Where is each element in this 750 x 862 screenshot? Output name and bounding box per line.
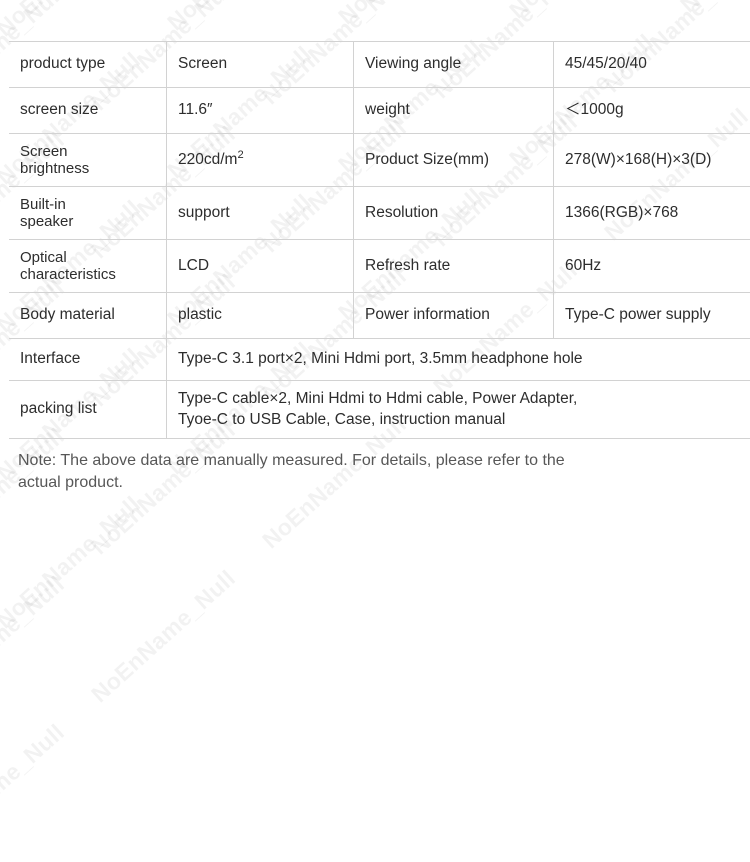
spec-value-cell: 1366(RGB)×768 — [554, 187, 750, 240]
spec-label-cell: Power information — [354, 293, 554, 339]
spec-label-cell: Built-in speaker — [9, 187, 167, 240]
spec-value-cell: plastic — [167, 293, 354, 339]
spec-label-cell: Viewing angle — [354, 42, 554, 88]
spec-value-cell: support — [167, 187, 354, 240]
spec-label-cell: weight — [354, 88, 554, 134]
product-spec-sheet: product type Screen Viewing angle 45/45/… — [0, 0, 750, 563]
table-row: Screen brightness 220cd/m2 Product Size(… — [9, 134, 750, 187]
spec-value-cell: 278(W)×168(H)×3(D) — [554, 134, 750, 187]
table-row: Built-in speaker support Resolution 1366… — [9, 187, 750, 240]
spec-label-cell: Product Size(mm) — [354, 134, 554, 187]
spec-label-cell: screen size — [9, 88, 167, 134]
table-row: packing list Type-C cable×2, Mini Hdmi t… — [9, 381, 750, 439]
spec-value-cell: ＜1000g — [554, 88, 750, 134]
spec-value-cell: Type-C 3.1 port×2, Mini Hdmi port, 3.5mm… — [167, 339, 750, 381]
packing-list-line: Tyoe-C to USB Cable, Case, instruction m… — [178, 410, 750, 430]
spec-value-cell: 11.6″ — [167, 88, 354, 134]
measurement-note: Note: The above data are manually measur… — [18, 450, 744, 494]
watermark-text: NoEnName_Null — [0, 571, 70, 714]
spec-label-line: Built-in — [20, 196, 166, 213]
spec-label-cell: Interface — [9, 339, 167, 381]
brightness-value: 220cd/m — [178, 151, 237, 168]
spec-label-cell: Resolution — [354, 187, 554, 240]
spec-label-cell: Body material — [9, 293, 167, 339]
note-line: Note: The above data are manually measur… — [18, 450, 744, 472]
packing-list-line: Type-C cable×2, Mini Hdmi to Hdmi cable,… — [178, 389, 750, 409]
table-row: Interface Type-C 3.1 port×2, Mini Hdmi p… — [9, 339, 750, 381]
spec-label-cell: packing list — [9, 381, 167, 439]
table-row: product type Screen Viewing angle 45/45/… — [9, 42, 750, 88]
spec-value-cell: Type-C cable×2, Mini Hdmi to Hdmi cable,… — [167, 381, 750, 439]
spec-value-cell: LCD — [167, 240, 354, 293]
spec-value-cell: Screen — [167, 42, 354, 88]
table-row: Body material plastic Power information … — [9, 293, 750, 339]
spec-label-cell: Optical characteristics — [9, 240, 167, 293]
spec-label-cell: product type — [9, 42, 167, 88]
watermark-text: NoEnName_Null — [86, 565, 241, 708]
spec-value-cell: 60Hz — [554, 240, 750, 293]
spec-value-cell: 220cd/m2 — [167, 134, 354, 187]
brightness-value-superscript: 2 — [237, 148, 243, 160]
spec-label-line: Optical — [20, 249, 166, 266]
note-line: actual product. — [18, 472, 744, 494]
spec-label-line: brightness — [20, 160, 166, 177]
watermark-text: NoEnName_Null — [0, 719, 70, 862]
spec-label-cell: Refresh rate — [354, 240, 554, 293]
spec-label-line: characteristics — [20, 266, 166, 283]
specification-table: product type Screen Viewing angle 45/45/… — [9, 41, 750, 439]
spec-label-line: Screen — [20, 143, 166, 160]
spec-value-cell: Type-C power supply — [554, 293, 750, 339]
spec-label-line: speaker — [20, 213, 166, 230]
spec-label-cell: Screen brightness — [9, 134, 167, 187]
spec-value-cell: 45/45/20/40 — [554, 42, 750, 88]
table-row: screen size 11.6″ weight ＜1000g — [9, 88, 750, 134]
table-row: Optical characteristics LCD Refresh rate… — [9, 240, 750, 293]
